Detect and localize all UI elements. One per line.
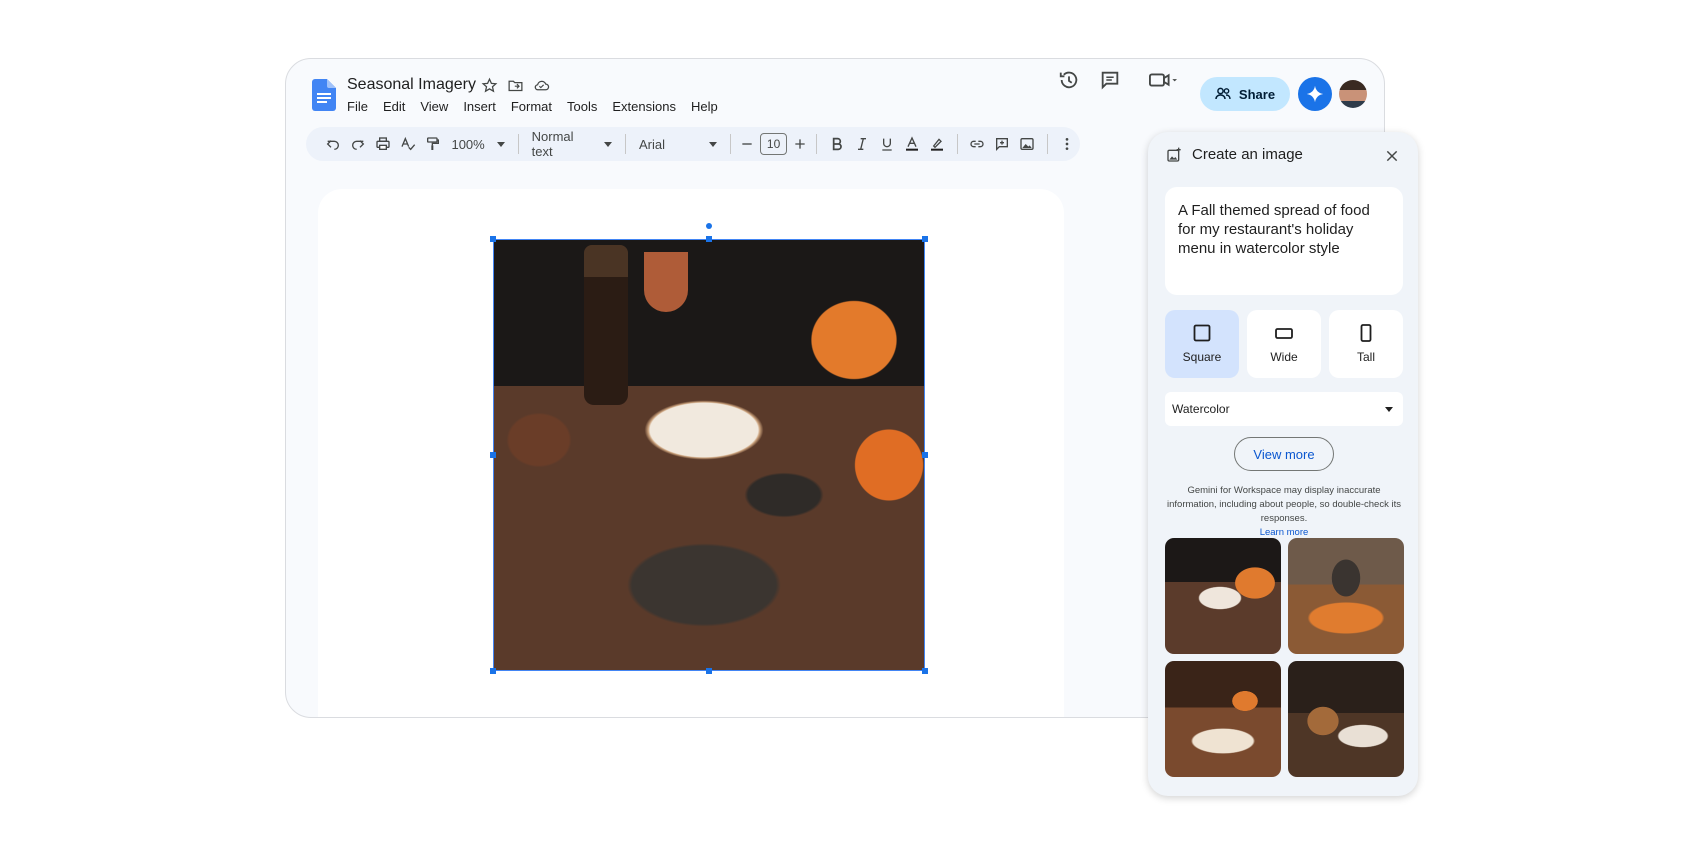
view-more-button[interactable]: View more xyxy=(1234,437,1334,471)
resize-handle-top[interactable] xyxy=(706,236,712,242)
ratio-label: Square xyxy=(1182,350,1222,364)
move-folder-icon[interactable] xyxy=(507,77,524,94)
ratio-label: Tall xyxy=(1356,350,1375,364)
comments-icon[interactable] xyxy=(1099,69,1121,91)
wine-bottle-graphic xyxy=(584,245,628,405)
style-value: Watercolor xyxy=(1172,402,1230,416)
zoom-dropdown[interactable]: 100% xyxy=(445,137,510,152)
ratio-square-button[interactable]: Square xyxy=(1165,310,1239,378)
document-title[interactable]: Seasonal Imagery xyxy=(347,76,476,94)
rotate-handle[interactable] xyxy=(706,223,712,229)
wine-glass-graphic xyxy=(644,252,688,312)
document-page[interactable] xyxy=(318,189,1064,717)
spellcheck-icon[interactable] xyxy=(395,134,420,154)
undo-icon[interactable] xyxy=(320,134,345,154)
disclaimer-body: Gemini for Workspace may display inaccur… xyxy=(1167,485,1401,524)
gemini-button[interactable] xyxy=(1298,77,1332,111)
decrease-font-size-icon[interactable] xyxy=(738,134,757,154)
menu-bar: File Edit View Insert Format Tools Exten… xyxy=(347,99,733,114)
redo-icon[interactable] xyxy=(345,134,370,154)
create-image-panel: Create an image A Fall themed spread of … xyxy=(1148,132,1418,796)
resize-handle-top-right[interactable] xyxy=(922,236,928,242)
menu-tools[interactable]: Tools xyxy=(567,99,597,114)
resize-handle-bottom-right[interactable] xyxy=(922,668,928,674)
formatting-toolbar: 100% Normal text Arial 10 xyxy=(306,127,1080,161)
style-dropdown[interactable]: Watercolor xyxy=(1165,392,1403,426)
square-ratio-icon xyxy=(1193,324,1211,342)
star-icon[interactable] xyxy=(481,77,498,94)
caret-down-icon xyxy=(604,141,613,147)
tall-ratio-icon xyxy=(1360,324,1372,342)
inserted-food-image[interactable] xyxy=(493,239,925,671)
menu-extensions[interactable]: Extensions xyxy=(612,99,676,114)
increase-font-size-icon[interactable] xyxy=(791,134,810,154)
meet-video-icon[interactable] xyxy=(1149,71,1177,89)
menu-edit[interactable]: Edit xyxy=(383,99,405,114)
toolbar-divider xyxy=(625,134,626,154)
version-history-icon[interactable] xyxy=(1058,69,1080,91)
paragraph-style-value: Normal text xyxy=(531,129,574,159)
toolbar-divider xyxy=(956,134,958,154)
panel-title: Create an image xyxy=(1192,146,1303,163)
generated-image-3[interactable] xyxy=(1165,661,1281,777)
menu-view[interactable]: View xyxy=(420,99,448,114)
add-image-icon xyxy=(1167,147,1181,162)
insert-image-icon[interactable] xyxy=(1015,134,1040,154)
underline-icon[interactable] xyxy=(874,134,899,154)
caret-down-icon xyxy=(496,141,505,147)
cloud-saved-icon[interactable] xyxy=(533,77,550,94)
google-docs-logo-icon[interactable] xyxy=(312,79,336,111)
menu-insert[interactable]: Insert xyxy=(463,99,496,114)
generated-image-4[interactable] xyxy=(1288,661,1404,777)
bold-icon[interactable] xyxy=(824,134,849,154)
wide-ratio-icon xyxy=(1275,328,1293,339)
menu-help[interactable]: Help xyxy=(691,99,718,114)
paragraph-style-dropdown[interactable]: Normal text xyxy=(526,129,618,159)
share-button[interactable]: Share xyxy=(1200,77,1290,111)
toolbar-divider xyxy=(816,134,818,154)
menu-format[interactable]: Format xyxy=(511,99,552,114)
gemini-sparkle-icon xyxy=(1306,85,1324,103)
generated-image-2[interactable] xyxy=(1288,538,1404,654)
print-icon[interactable] xyxy=(370,134,395,154)
more-options-icon[interactable] xyxy=(1055,134,1080,154)
resize-handle-bottom[interactable] xyxy=(706,668,712,674)
toolbar-divider xyxy=(517,134,519,154)
ratio-label: Wide xyxy=(1270,350,1298,364)
prompt-input[interactable]: A Fall themed spread of food for my rest… xyxy=(1165,187,1403,295)
generated-image-1[interactable] xyxy=(1165,538,1281,654)
menu-file[interactable]: File xyxy=(347,99,368,114)
caret-down-icon xyxy=(1385,406,1393,412)
add-comment-icon[interactable] xyxy=(990,134,1015,154)
caret-down-icon xyxy=(708,141,717,147)
resize-handle-left[interactable] xyxy=(490,452,496,458)
ratio-tall-button[interactable]: Tall xyxy=(1329,310,1403,378)
share-label: Share xyxy=(1238,86,1276,102)
disclaimer-text: Gemini for Workspace may display inaccur… xyxy=(1162,484,1406,540)
user-avatar[interactable] xyxy=(1339,80,1367,108)
resize-handle-right[interactable] xyxy=(922,452,928,458)
generated-images-grid xyxy=(1165,538,1404,777)
font-value: Arial xyxy=(638,136,665,152)
font-dropdown[interactable]: Arial xyxy=(633,137,723,152)
toolbar-divider xyxy=(1046,134,1048,154)
text-color-icon[interactable] xyxy=(899,134,924,154)
insert-link-icon[interactable] xyxy=(965,134,990,154)
resize-handle-bottom-left[interactable] xyxy=(490,668,496,674)
toolbar-divider xyxy=(729,134,731,154)
ratio-wide-button[interactable]: Wide xyxy=(1247,310,1321,378)
resize-handle-top-left[interactable] xyxy=(490,236,496,242)
zoom-value: 100% xyxy=(451,136,485,152)
aspect-ratio-options: Square Wide Tall xyxy=(1165,310,1403,378)
italic-icon[interactable] xyxy=(849,134,874,154)
font-size-input[interactable]: 10 xyxy=(760,133,787,155)
highlight-color-icon[interactable] xyxy=(925,134,950,154)
paint-format-icon[interactable] xyxy=(420,134,445,154)
close-icon[interactable] xyxy=(1384,148,1400,164)
people-icon xyxy=(1215,87,1231,100)
